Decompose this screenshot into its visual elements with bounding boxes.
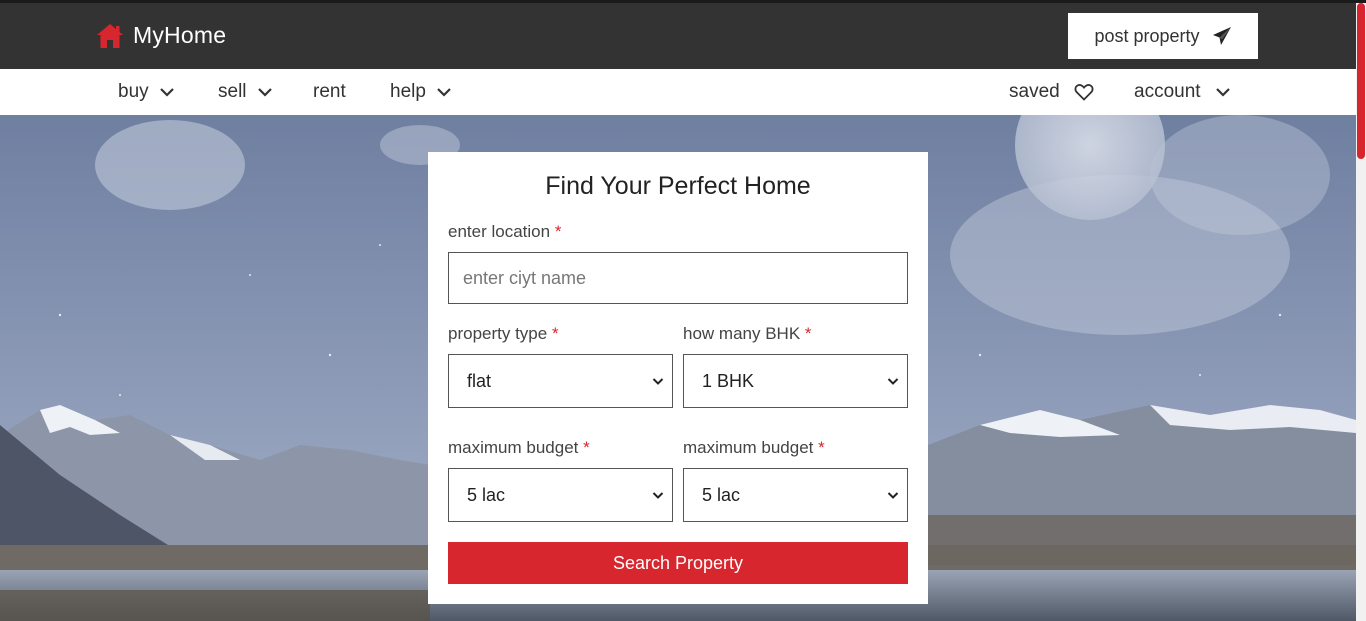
required-mark: * [551, 324, 559, 343]
chevron-down-icon [437, 88, 451, 97]
bhk-label-text: how many BHK [683, 324, 801, 343]
location-input[interactable] [448, 252, 908, 304]
property-type-label: property type * [448, 324, 559, 344]
chevron-down-icon [159, 88, 174, 97]
chevron-down-icon [257, 88, 272, 97]
budget1-value: 5 lac [467, 484, 506, 505]
bhk-select[interactable]: 1 BHK [683, 354, 908, 408]
chevron-down-icon [652, 378, 664, 385]
budget2-value: 5 lac [702, 484, 741, 505]
nav-item-saved-label: saved [1009, 81, 1060, 102]
nav-item-saved[interactable]: saved [1009, 69, 1094, 115]
top-header: MyHome post property [0, 3, 1356, 69]
budget1-label-text: maximum budget [448, 438, 579, 457]
nav-item-buy[interactable]: buy [118, 69, 175, 115]
search-property-button[interactable]: Search Property [448, 542, 908, 584]
property-type-select[interactable]: flat [448, 354, 673, 408]
location-label-text: enter location [448, 222, 551, 241]
chevron-down-icon [887, 492, 899, 499]
nav-item-help[interactable]: help [390, 69, 452, 115]
form-title: Find Your Perfect Home [545, 172, 811, 200]
home-icon [97, 23, 123, 48]
property-type-value: flat [467, 370, 492, 391]
budget1-select[interactable]: 5 lac [448, 468, 673, 522]
nav-item-sell[interactable]: sell [218, 69, 273, 115]
required-mark: * [818, 438, 825, 457]
paper-plane-icon [1212, 27, 1231, 45]
nav-item-sell-label: sell [218, 81, 247, 102]
budget2-label-text: maximum budget [683, 438, 814, 457]
nav-item-rent[interactable]: rent [313, 69, 346, 115]
budget1-label: maximum budget * [448, 438, 590, 458]
chevron-down-icon [652, 492, 664, 499]
bhk-label: how many BHK * [683, 324, 812, 344]
location-label: enter location * [448, 222, 561, 242]
required-mark: * [554, 222, 562, 241]
heart-icon [1074, 84, 1094, 101]
required-mark: * [583, 438, 590, 457]
chevron-down-icon [1215, 88, 1230, 97]
nav-item-rent-label: rent [313, 81, 346, 102]
nav-item-help-label: help [390, 81, 426, 102]
brand-name: MyHome [133, 22, 227, 48]
required-mark: * [804, 324, 812, 343]
nav-item-account[interactable]: account [1134, 69, 1231, 115]
scrollbar-thumb[interactable] [1357, 3, 1365, 159]
bhk-value: 1 BHK [702, 370, 755, 391]
nav-item-buy-label: buy [118, 81, 149, 102]
chevron-down-icon [887, 378, 899, 385]
search-form-card: Find Your Perfect Home enter location * … [428, 152, 928, 604]
property-type-label-text: property type [448, 324, 548, 343]
nav-item-account-label: account [1134, 81, 1201, 102]
post-property-button[interactable]: post property [1068, 13, 1258, 59]
page-scrollbar[interactable] [1356, 3, 1366, 621]
brand-logo[interactable]: MyHome [96, 22, 226, 49]
budget2-label: maximum budget * [683, 438, 825, 458]
budget2-select[interactable]: 5 lac [683, 468, 908, 522]
post-property-label: post property [1094, 25, 1200, 46]
main-navbar: buy sell rent help saved account [0, 69, 1356, 115]
